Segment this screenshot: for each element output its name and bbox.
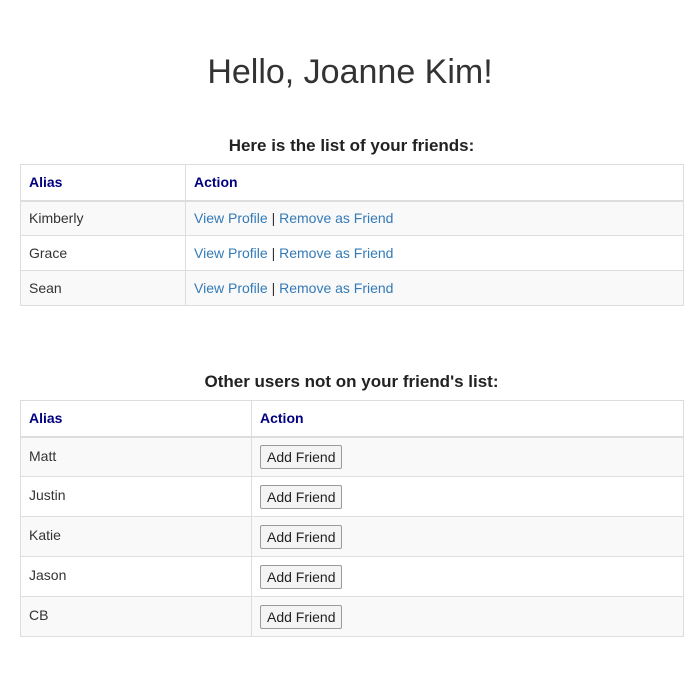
add-friend-button[interactable]: Add Friend	[260, 524, 343, 549]
user-alias: Matt	[20, 436, 252, 477]
add-friend-button[interactable]: Add Friend	[260, 444, 343, 469]
alias-column-header: Alias	[20, 164, 186, 202]
user-actions: Add Friend	[251, 476, 684, 517]
action-column-header: Action	[251, 400, 684, 438]
user-alias: Jason	[20, 556, 252, 597]
page-title: Hello, Joanne Kim!	[207, 53, 493, 91]
friend-actions: View Profile | Remove as Friend	[185, 270, 684, 306]
add-friend-button[interactable]: Add Friend	[260, 484, 343, 509]
alias-column-header: Alias	[20, 400, 252, 438]
friend-actions: View Profile | Remove as Friend	[185, 200, 684, 236]
friend-alias: Grace	[20, 235, 186, 271]
link-separator: |	[271, 280, 276, 296]
add-friend-button[interactable]: Add Friend	[260, 564, 343, 589]
friends-list-heading: Here is the list of your friends:	[228, 136, 475, 155]
user-alias: Katie	[20, 516, 252, 557]
link-separator: |	[271, 245, 276, 261]
user-actions: Add Friend	[251, 516, 684, 557]
user-actions: Add Friend	[251, 596, 684, 637]
user-alias: CB	[20, 596, 252, 637]
user-row: Matt Add Friend	[20, 436, 684, 477]
user-row: CB Add Friend	[20, 596, 684, 637]
view-profile-link[interactable]: View Profile	[194, 245, 268, 261]
view-profile-link[interactable]: View Profile	[194, 280, 268, 296]
view-profile-link[interactable]: View Profile	[194, 210, 268, 226]
remove-friend-link[interactable]: Remove as Friend	[279, 210, 393, 226]
user-row: Jason Add Friend	[20, 556, 684, 597]
user-actions: Add Friend	[251, 556, 684, 597]
other-users-header-row: Alias Action	[20, 400, 684, 438]
friends-table: Alias Action Kimberly View Profile | Rem…	[20, 164, 684, 306]
friend-row: Sean View Profile | Remove as Friend	[20, 270, 684, 306]
link-separator: |	[271, 210, 276, 227]
friend-row: Kimberly View Profile | Remove as Friend	[20, 200, 684, 236]
friends-table-header-row: Alias Action	[20, 164, 684, 202]
user-row: Katie Add Friend	[20, 516, 684, 557]
user-row: Justin Add Friend	[20, 476, 684, 517]
remove-friend-link[interactable]: Remove as Friend	[279, 280, 393, 296]
friend-row: Grace View Profile | Remove as Friend	[20, 235, 684, 271]
friend-actions: View Profile | Remove as Friend	[185, 235, 684, 271]
other-users-table: Alias Action Matt Add Friend Justin Add …	[20, 400, 684, 637]
friend-alias: Kimberly	[20, 200, 186, 236]
action-column-header: Action	[185, 164, 684, 202]
user-alias: Justin	[20, 476, 252, 517]
user-actions: Add Friend	[251, 436, 684, 477]
friend-alias: Sean	[20, 270, 186, 306]
other-users-heading: Other users not on your friend's list:	[204, 372, 499, 391]
add-friend-button[interactable]: Add Friend	[260, 604, 343, 629]
remove-friend-link[interactable]: Remove as Friend	[279, 245, 393, 261]
